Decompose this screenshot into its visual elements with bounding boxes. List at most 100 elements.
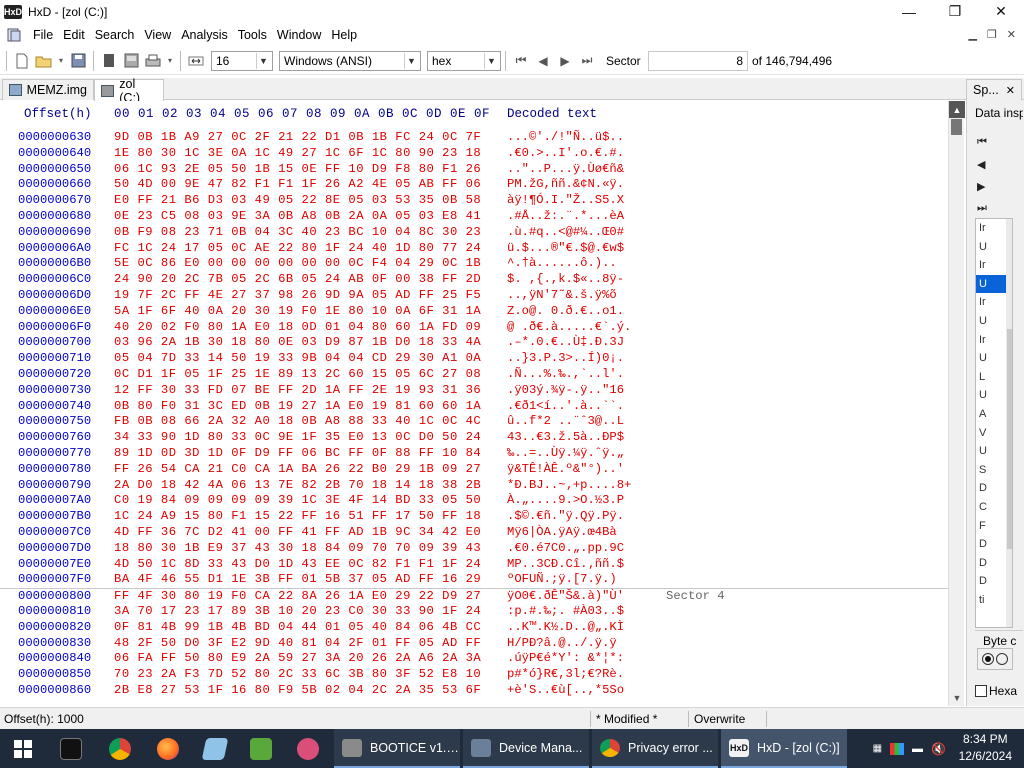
network-icon[interactable]: ▦ <box>873 743 882 754</box>
row-hex-bytes[interactable]: 3A 70 17 23 17 89 3B 10 20 23 C0 30 33 9… <box>114 604 481 620</box>
vertical-scrollbar[interactable]: ▲ ▼ <box>948 101 965 706</box>
menu-help[interactable]: Help <box>326 24 362 46</box>
inspector-scroll-thumb[interactable] <box>1007 329 1012 549</box>
row-decoded-text[interactable]: MP..3CÐ.Cî.‚ññ.$ <box>507 557 624 573</box>
tab-zol-c[interactable]: zol (C:) <box>94 77 164 105</box>
tab-memz-img[interactable]: MEMZ.img <box>2 79 94 100</box>
row-decoded-text[interactable]: *Ð.BJ..~‚+p....8+ <box>507 478 631 494</box>
row-hex-bytes[interactable]: FF 4F 30 80 19 F0 CA 22 8A 26 1A E0 29 2… <box>114 589 481 605</box>
row-hex-bytes[interactable]: 1C 24 A9 15 80 F1 15 22 FF 16 51 FF 17 5… <box>114 509 481 525</box>
hex-row[interactable]: 00000006A0 FC 1C 24 17 05 0C AE 22 80 1F … <box>0 241 948 257</box>
menu-search[interactable]: Search <box>90 24 140 46</box>
hex-row[interactable]: 0000000720 0C D1 1F 05 1F 25 1E 89 13 2C … <box>0 367 948 383</box>
row-hex-bytes[interactable]: BA 4F 46 55 D1 1E 3B FF 01 5B 37 05 AD F… <box>114 572 481 588</box>
row-hex-bytes[interactable]: 5A 1F 6F 40 0A 20 30 19 F0 1E 80 10 0A 6… <box>114 304 481 320</box>
previous-sector-icon[interactable]: ◀ <box>533 51 553 71</box>
row-hex-bytes[interactable]: 19 7F 2C FF 4E 27 37 98 26 9D 9A 05 AD F… <box>114 288 481 304</box>
hex-row[interactable]: 0000000730 12 FF 30 33 FD 07 BE FF 2D 1A … <box>0 383 948 399</box>
row-decoded-text[interactable]: ÿO0€.ðÊ"Š&.à)"Ù' <box>507 589 624 605</box>
hex-row[interactable]: 00000006F0 40 20 02 F0 80 1A E0 18 0D 01 … <box>0 320 948 336</box>
row-hex-bytes[interactable]: 40 20 02 F0 80 1A E0 18 0D 01 04 80 60 1… <box>114 320 481 336</box>
row-hex-bytes[interactable]: 0B 80 F0 31 3C ED 0B 19 27 1A E0 19 81 6… <box>114 399 481 415</box>
row-decoded-text[interactable]: ..,ÿN'7˜&.š.­ÿ%õ <box>507 288 617 304</box>
row-decoded-text[interactable]: ü.$...®"€.$@.€w$ <box>507 241 624 257</box>
row-hex-bytes[interactable]: 89 1D 0D 3D 1D 0F D9 FF 06 BC FF 0F 88 F… <box>114 446 481 462</box>
menu-tools[interactable]: Tools <box>233 24 272 46</box>
row-decoded-text[interactable]: .$©.€ñ."ÿ.Qÿ.Pÿ. <box>507 509 624 525</box>
hex-row[interactable]: 0000000800 FF 4F 30 80 19 F0 CA 22 8A 26 … <box>0 588 948 604</box>
row-hex-bytes[interactable]: 4D 50 1C 8D 33 43 D0 1D 43 EE 0C 82 F1 F… <box>114 557 481 573</box>
row-decoded-text[interactable]: Mÿ6|ÒA.ÿAÿ­.œ4Bà <box>507 525 617 541</box>
row-hex-bytes[interactable]: 70 23 2A F3 7D 52 80 2C 33 6C 3B 80 3F 5… <box>114 667 481 683</box>
hex-row[interactable]: 0000000820 0F 81 4B 99 1B 4B BD 04 44 01 … <box>0 620 948 636</box>
row-decoded-text[interactable]: ÿ&TÊ!ÀÊ.º&"°)..' <box>507 462 624 478</box>
hex-row[interactable]: 0000000680 0E 23 C5 08 03 9E 3A 0B A8 0B … <box>0 209 948 225</box>
hex-row[interactable]: 00000007B0 1C 24 A9 15 80 F1 15 22 FF 16 … <box>0 509 948 525</box>
hex-row[interactable]: 0000000660 50 4D 00 9E 47 82 F1 F1 1F 26 … <box>0 177 948 193</box>
hex-editor[interactable]: Offset(h) 00 01 02 03 04 05 06 07 08 09 … <box>0 101 948 706</box>
hex-row[interactable]: 0000000830 48 2F 50 D0 3F E2 9D 40 81 04 … <box>0 636 948 652</box>
next-item-icon[interactable]: ▶ <box>977 180 991 194</box>
row-decoded-text[interactable]: .#Å..ž:.¨.*...èA <box>507 209 624 225</box>
row-decoded-text[interactable]: $. ,{.,k.$«..8ÿ- <box>507 272 624 288</box>
close-button[interactable]: ✕ <box>978 0 1024 23</box>
inspector-list[interactable]: Ir U Ir U Ir U Ir U L U A V U S D C F D D Dti <box>975 218 1013 628</box>
bytes-per-row-select[interactable]: 16 ▼ <box>211 50 273 71</box>
taskbar-app-6[interactable] <box>285 729 331 768</box>
menu-edit[interactable]: Edit <box>58 24 90 46</box>
color-icon[interactable] <box>890 742 905 755</box>
hex-row[interactable]: 00000007E0 4D 50 1C 8D 33 43 D0 1D 43 EE … <box>0 557 948 573</box>
display-icon[interactable]: ▬ <box>912 743 923 755</box>
hex-row[interactable]: 0000000860 2B E8 27 53 1F 16 80 F9 5B 02 … <box>0 683 948 699</box>
hex-row[interactable]: 0000000630 9D 0B 1B A9 27 0C 2F 21 22 D1 … <box>0 130 948 146</box>
maximize-button[interactable]: ❐ <box>932 0 978 23</box>
row-decoded-text[interactable]: .Ñ...%.‰.,`..l'. <box>507 367 624 383</box>
clock[interactable]: 8:34 PM 12/6/2024 <box>959 731 1012 765</box>
mdi-close-icon[interactable]: ✕ <box>1007 24 1016 46</box>
hex-row[interactable]: 00000006C0 24 90 20 2C 7B 05 2C 6B 05 24 … <box>0 272 948 288</box>
row-hex-bytes[interactable]: 9D 0B 1B A9 27 0C 2F 21 22 D1 0B 1B FC 2… <box>114 130 481 146</box>
row-decoded-text[interactable]: .€0.é7C0.„.pp.9C <box>507 541 624 557</box>
hex-row[interactable]: 00000006E0 5A 1F 6F 40 0A 20 30 19 F0 1E … <box>0 304 948 320</box>
row-hex-bytes[interactable]: 24 90 20 2C 7B 05 2C 6B 05 24 AB 0F 00 3… <box>114 272 481 288</box>
hex-row[interactable]: 0000000650 06 1C 93 2E 05 50 1B 15 0E FF … <box>0 162 948 178</box>
last-item-icon[interactable]: ⏭ <box>977 202 991 216</box>
menu-file[interactable]: File <box>28 24 58 46</box>
row-hex-bytes[interactable]: FC 1C 24 17 05 0C AE 22 80 1F 24 40 1D 8… <box>114 241 481 257</box>
row-decoded-text[interactable]: p#*ó}R€,3l;€?Rè. <box>507 667 624 683</box>
mdi-restore-icon[interactable]: ❐ <box>987 24 997 46</box>
open-dropdown-icon[interactable]: ▾ <box>56 51 66 71</box>
hex-row[interactable]: 00000007C0 4D FF 36 7C D2 41 00 FF 41 FF … <box>0 525 948 541</box>
charset-select[interactable]: Windows (ANSI) ▼ <box>279 50 421 71</box>
row-hex-bytes[interactable]: 05 04 7D 33 14 50 19 33 9B 04 04 CD 29 3… <box>114 351 481 367</box>
close-icon[interactable]: ✕ <box>1006 84 1015 97</box>
first-sector-icon[interactable]: ⏮ <box>511 51 531 71</box>
row-decoded-text[interactable]: .úÿP€é*Y': &*¦*: <box>507 651 624 667</box>
taskbar-window-device-manager[interactable]: Device Mana... <box>463 729 589 768</box>
hexadecimal-option[interactable]: Hexa <box>975 684 1017 698</box>
last-sector-icon[interactable]: ⏭ <box>577 51 597 71</box>
sector-input[interactable]: 8 <box>648 50 748 71</box>
row-hex-bytes[interactable]: 34 33 90 1D 80 33 0C 9E 1F 35 E0 13 0C D… <box>114 430 481 446</box>
first-item-icon[interactable]: ⏮ <box>977 136 991 150</box>
row-hex-bytes[interactable]: 12 FF 30 33 FD 07 BE FF 2D 1A FF 2E 19 9… <box>114 383 481 399</box>
row-hex-bytes[interactable]: E0 FF 21 B6 D3 03 49 05 22 8E 05 03 53 3… <box>114 193 481 209</box>
previous-item-icon[interactable]: ◀ <box>977 158 991 172</box>
row-hex-bytes[interactable]: 0C D1 1F 05 1F 25 1E 89 13 2C 60 15 05 6… <box>114 367 481 383</box>
taskbar-app-5[interactable] <box>238 729 284 768</box>
row-hex-bytes[interactable]: 50 4D 00 9E 47 82 F1 F1 1F 26 A2 4E 05 A… <box>114 177 481 193</box>
row-decoded-text[interactable]: .–*.0.€..Ù‡.Ð.3J <box>507 335 624 351</box>
taskbar-app-4[interactable] <box>192 729 238 768</box>
row-decoded-text[interactable]: .ù.#q..<@#¼..Œ0# <box>507 225 624 241</box>
hex-row[interactable]: 00000007F0 BA 4F 46 55 D1 1E 3B FF 01 5B … <box>0 572 948 588</box>
row-decoded-text[interactable]: àÿ!¶Ó.I."Ž..S5.X <box>507 193 624 209</box>
hex-rows[interactable]: 0000000630 9D 0B 1B A9 27 0C 2F 21 22 D1 … <box>0 130 948 699</box>
hex-row[interactable]: 0000000760 34 33 90 1D 80 33 0C 9E 1F 35 … <box>0 430 948 446</box>
mdi-minimize-icon[interactable]: ▁ <box>968 24 976 46</box>
close-file-icon[interactable] <box>99 51 119 71</box>
row-hex-bytes[interactable]: 0B F9 08 23 71 0B 04 3C 40 23 BC 10 04 8… <box>114 225 481 241</box>
menu-window[interactable]: Window <box>272 24 326 46</box>
hex-row[interactable]: 00000006B0 5E 0C 86 E0 00 00 00 00 00 00 … <box>0 256 948 272</box>
scroll-up-icon[interactable]: ▲ <box>949 101 965 118</box>
inspector-scrollbar[interactable] <box>1006 219 1012 627</box>
